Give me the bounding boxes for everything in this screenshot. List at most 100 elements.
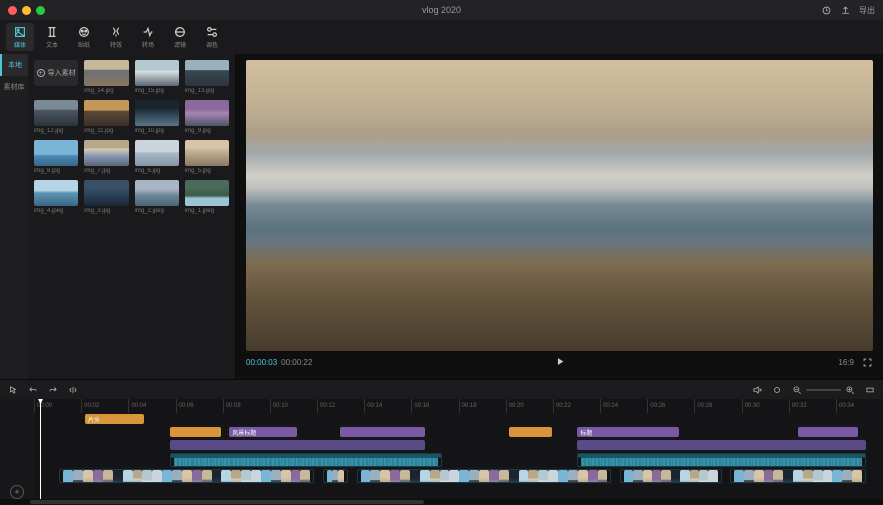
sidebar-tab-素材库[interactable]: 素材库 (0, 76, 28, 98)
play-button[interactable] (554, 356, 565, 369)
playhead[interactable] (40, 399, 41, 499)
zoom-slider[interactable] (806, 389, 841, 391)
tool-滤镜[interactable]: 滤镜 (166, 23, 194, 51)
export-button[interactable]: 导出 (859, 5, 875, 16)
maximize-window-button[interactable] (36, 6, 45, 15)
media-item[interactable]: img_13.jpg (185, 60, 229, 94)
media-item[interactable]: img_14.jpg (84, 60, 128, 94)
text-clip[interactable] (577, 440, 866, 450)
shortcut-icon[interactable] (821, 5, 832, 16)
media-item[interactable]: img_4.jpeg (34, 180, 78, 214)
text-clip[interactable]: 风景标题 (229, 427, 297, 437)
media-thumbnail[interactable] (185, 100, 229, 126)
label-track[interactable]: 风景标题 标题 (34, 426, 883, 439)
pointer-tool-icon[interactable] (8, 385, 18, 395)
media-thumbnail[interactable] (84, 100, 128, 126)
media-item[interactable]: img_12.jpg (34, 100, 78, 134)
ruler-tick: 00:04 (128, 399, 175, 413)
media-item[interactable]: img_5.jpg (185, 140, 229, 174)
export-icon[interactable] (840, 5, 851, 16)
import-media-button[interactable]: +导入素材 (34, 60, 78, 86)
video-clip[interactable] (170, 453, 442, 467)
media-thumbnail[interactable] (135, 180, 179, 206)
ruler-tick: 00:06 (176, 399, 223, 413)
media-filename: img_14.jpg (84, 88, 128, 94)
fullscreen-icon[interactable] (862, 357, 873, 368)
media-sidebar: 本地素材库 (0, 54, 28, 379)
tool-贴纸[interactable]: 贴纸 (70, 23, 98, 51)
fit-timeline-icon[interactable] (865, 385, 875, 395)
tool-媒体[interactable]: 媒体 (6, 23, 34, 51)
video-clip[interactable] (730, 469, 866, 483)
text-clip[interactable] (170, 440, 425, 450)
ruler-tick: 00:28 (694, 399, 741, 413)
ruler-tick: 00:34 (836, 399, 883, 413)
tool-文本[interactable]: 文本 (38, 23, 66, 51)
media-item[interactable]: img_1.jpeg (185, 180, 229, 214)
media-item[interactable]: img_6.jpg (135, 140, 179, 174)
text-clip[interactable]: 片头 (85, 414, 144, 424)
media-thumbnail[interactable] (84, 140, 128, 166)
tool-调色[interactable]: 调色 (198, 23, 226, 51)
label-track[interactable] (34, 439, 883, 452)
redo-icon[interactable] (48, 385, 58, 395)
text-clip[interactable] (340, 427, 425, 437)
video-clip[interactable] (59, 469, 314, 483)
media-panel: +导入素材img_14.jpgimg_15.jpgimg_13.jpgimg_1… (28, 54, 235, 379)
mute-icon[interactable] (752, 385, 762, 395)
media-item[interactable]: img_3.jpg (84, 180, 128, 214)
sidebar-tab-本地[interactable]: 本地 (0, 54, 28, 76)
import-label: 导入素材 (48, 68, 76, 78)
aspect-ratio[interactable]: 16:9 (838, 358, 854, 367)
media-item[interactable]: img_9.jpg (185, 100, 229, 134)
video-clip[interactable] (577, 453, 866, 467)
media-thumbnail[interactable] (185, 180, 229, 206)
media-thumbnail[interactable] (84, 180, 128, 206)
media-item[interactable]: img_10.jpg (135, 100, 179, 134)
video-clip[interactable] (357, 469, 612, 483)
media-thumbnail[interactable] (34, 180, 78, 206)
media-thumbnail[interactable] (185, 60, 229, 86)
minimize-window-button[interactable] (22, 6, 31, 15)
timeline-scrollbar[interactable] (0, 499, 883, 505)
ruler-tick: 00:18 (459, 399, 506, 413)
media-thumbnail[interactable] (185, 140, 229, 166)
media-thumbnail[interactable] (135, 140, 179, 166)
time-ruler[interactable]: 00:0000:0200:0400:0600:0800:1000:1200:14… (34, 399, 883, 413)
media-item[interactable]: img_2.jpeg (135, 180, 179, 214)
media-item[interactable]: img_7.jpg (84, 140, 128, 174)
media-thumbnail[interactable] (34, 100, 78, 126)
close-window-button[interactable] (8, 6, 17, 15)
preview-panel: 00:00:03 00:00:22 16:9 (236, 54, 883, 379)
text-clip[interactable]: 标题 (577, 427, 679, 437)
media-thumbnail[interactable] (84, 60, 128, 86)
media-thumbnail[interactable] (135, 100, 179, 126)
record-icon[interactable] (772, 385, 782, 395)
timeline-body[interactable]: 00:0000:0200:0400:0600:0800:1000:1200:14… (34, 399, 883, 499)
text-clip[interactable] (170, 427, 221, 437)
video-track[interactable] (34, 452, 883, 468)
add-track-button[interactable]: + (10, 485, 24, 499)
text-clip[interactable] (798, 427, 857, 437)
media-thumbnail[interactable] (34, 140, 78, 166)
media-thumbnail[interactable] (135, 60, 179, 86)
media-item[interactable]: img_11.jpg (84, 100, 128, 134)
zoom-out-icon[interactable] (792, 385, 802, 395)
tool-转场[interactable]: 转场 (134, 23, 162, 51)
text-clip[interactable] (509, 427, 551, 437)
titlebar: vlog 2020 导出 (0, 0, 883, 20)
label-track[interactable]: 片头 (34, 413, 883, 426)
split-icon[interactable] (68, 385, 78, 395)
timeline: + 00:0000:0200:0400:0600:0800:1000:1200:… (0, 399, 883, 499)
zoom-in-icon[interactable] (845, 385, 855, 395)
tool-label: 调色 (206, 40, 218, 49)
undo-icon[interactable] (28, 385, 38, 395)
video-clip[interactable] (620, 469, 722, 483)
total-duration: 00:00:22 (281, 358, 312, 367)
video-track[interactable] (34, 468, 883, 484)
media-item[interactable]: img_8.jpg (34, 140, 78, 174)
preview-canvas[interactable] (246, 60, 873, 351)
tool-特效[interactable]: 特效 (102, 23, 130, 51)
media-item[interactable]: img_15.jpg (135, 60, 179, 94)
video-clip[interactable] (323, 469, 348, 483)
